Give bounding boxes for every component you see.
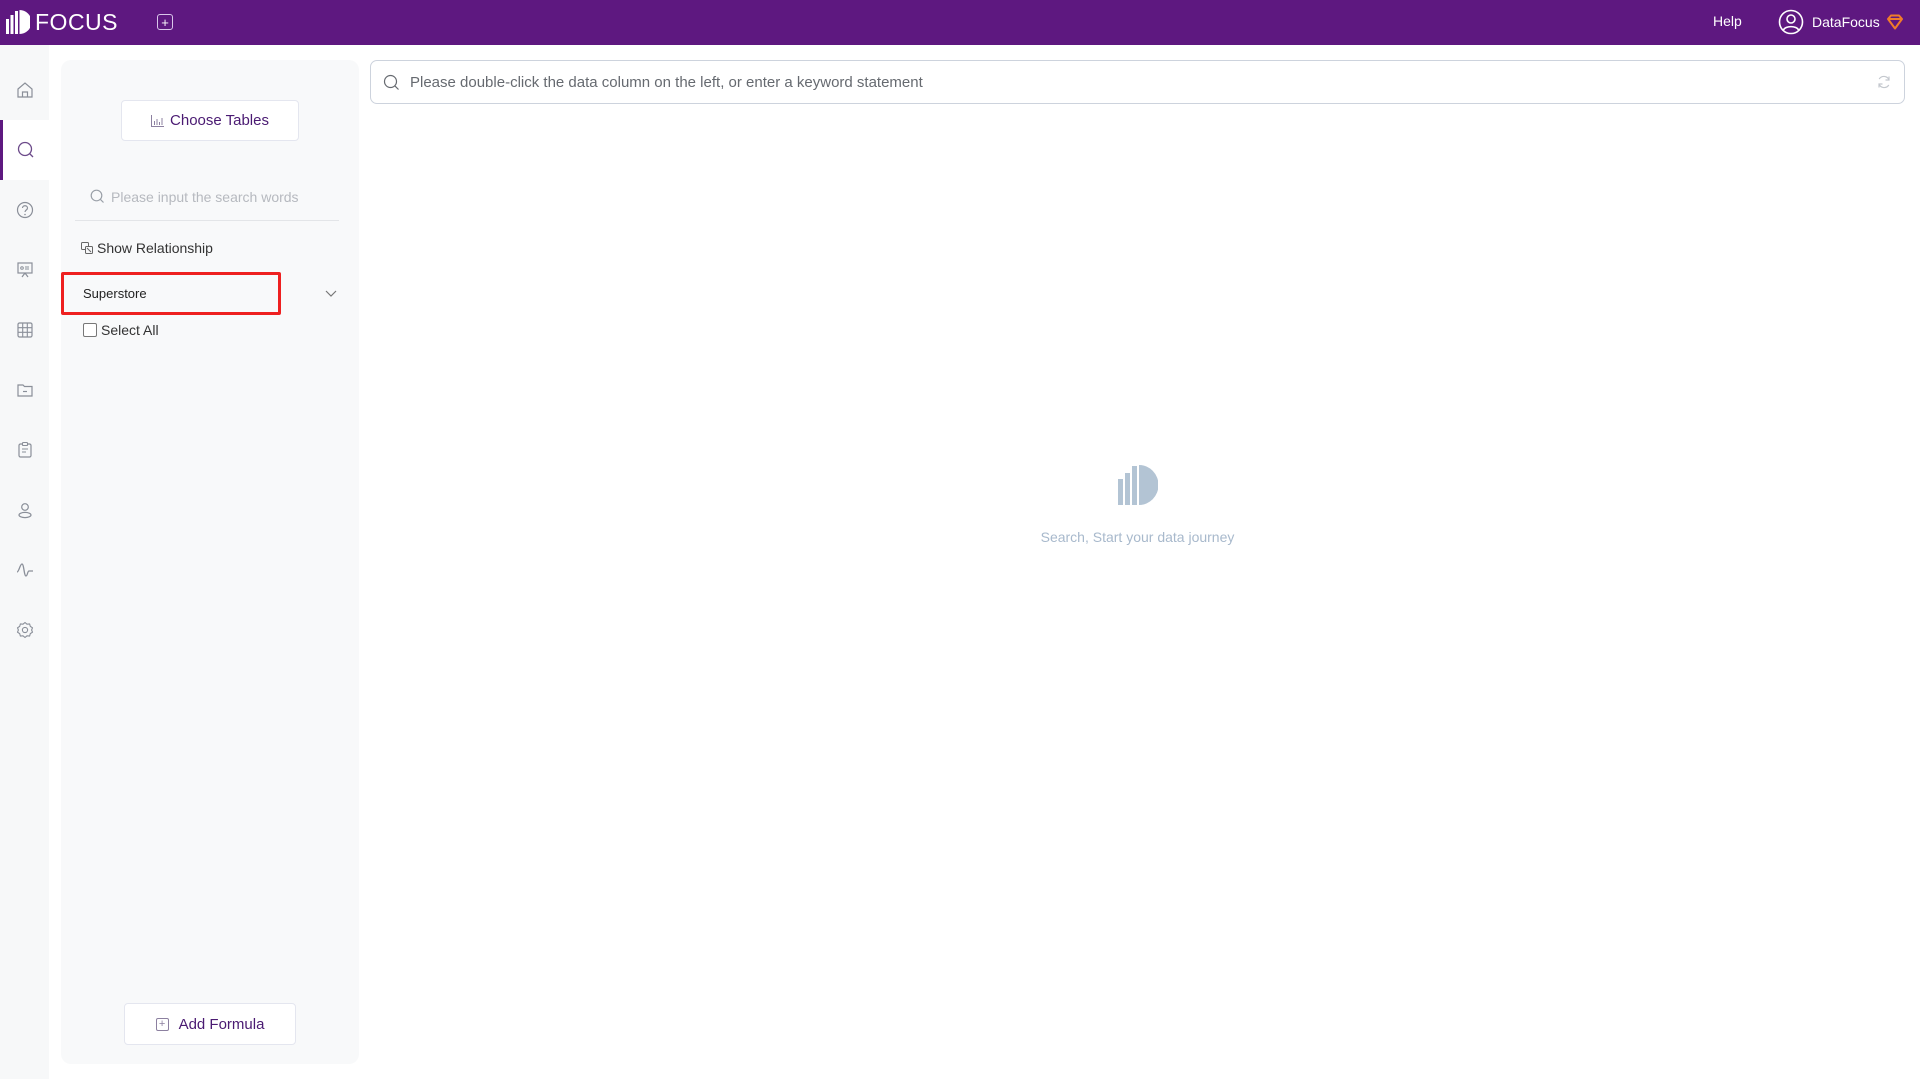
plus-square-icon: + bbox=[161, 14, 169, 30]
checkbox[interactable] bbox=[83, 323, 97, 337]
add-formula-button[interactable]: + Add Formula bbox=[124, 1003, 296, 1045]
folder-icon bbox=[16, 384, 33, 397]
refresh-icon[interactable] bbox=[1876, 74, 1892, 90]
data-column-panel: Choose Tables Show Relationship Supersto… bbox=[61, 60, 359, 1064]
nav-home[interactable] bbox=[0, 60, 49, 120]
search-icon bbox=[90, 189, 104, 203]
gear-icon bbox=[16, 621, 33, 639]
plus-square-icon: + bbox=[155, 1017, 169, 1031]
user-menu[interactable]: DataFocus bbox=[1778, 9, 1904, 35]
brand-logo[interactable]: FOCUS bbox=[6, 9, 118, 35]
choose-tables-label: Choose Tables bbox=[170, 112, 269, 129]
diamond-icon bbox=[1886, 14, 1903, 30]
empty-state: Search, Start your data journey bbox=[1000, 465, 1275, 545]
column-search-input[interactable] bbox=[111, 188, 331, 205]
brand-name: FOCUS bbox=[35, 9, 118, 35]
main-search-bar bbox=[370, 60, 1905, 104]
user-avatar-icon bbox=[1778, 9, 1804, 35]
show-relationship-button[interactable]: Show Relationship bbox=[81, 240, 213, 256]
nav-activity[interactable] bbox=[0, 540, 49, 600]
nav-question[interactable] bbox=[0, 180, 49, 240]
show-relationship-label: Show Relationship bbox=[97, 240, 213, 256]
help-link[interactable]: Help bbox=[1713, 13, 1742, 29]
select-all-label: Select All bbox=[101, 322, 159, 338]
focus-logo-icon bbox=[6, 10, 30, 34]
user-icon bbox=[17, 503, 32, 519]
question-circle-icon bbox=[16, 201, 33, 219]
grid-table-icon bbox=[16, 322, 33, 338]
search-icon bbox=[17, 141, 34, 158]
pulse-icon bbox=[16, 563, 33, 577]
chevron-down-icon[interactable] bbox=[324, 287, 338, 299]
focus-logo-icon bbox=[1117, 465, 1158, 505]
choose-tables-button[interactable]: Choose Tables bbox=[121, 100, 299, 141]
nav-search[interactable] bbox=[0, 120, 49, 180]
home-icon bbox=[16, 82, 33, 98]
clipboard-icon bbox=[17, 441, 32, 458]
keyword-search-input[interactable] bbox=[410, 73, 1810, 91]
table-name: Superstore bbox=[83, 286, 147, 301]
nav-tables[interactable] bbox=[0, 300, 49, 360]
nav-presentation[interactable] bbox=[0, 240, 49, 300]
add-formula-label: Add Formula bbox=[178, 1015, 265, 1033]
column-search bbox=[75, 173, 339, 221]
nav-folder[interactable] bbox=[0, 360, 49, 420]
new-tab-button[interactable]: + bbox=[157, 14, 173, 30]
top-bar: FOCUS + Help DataFocus bbox=[0, 0, 1920, 45]
user-name: DataFocus bbox=[1812, 14, 1880, 30]
relationship-icon bbox=[81, 242, 93, 254]
table-item-superstore[interactable]: Superstore bbox=[61, 272, 359, 315]
nav-user[interactable] bbox=[0, 480, 49, 540]
nav-clipboard[interactable] bbox=[0, 420, 49, 480]
empty-state-text: Search, Start your data journey bbox=[1040, 529, 1235, 545]
nav-settings[interactable] bbox=[0, 600, 49, 660]
select-all-checkbox[interactable]: Select All bbox=[83, 322, 159, 338]
presentation-board-icon bbox=[16, 262, 33, 278]
bar-chart-icon bbox=[151, 114, 165, 127]
left-navigation bbox=[0, 45, 49, 1079]
search-icon bbox=[383, 74, 399, 90]
